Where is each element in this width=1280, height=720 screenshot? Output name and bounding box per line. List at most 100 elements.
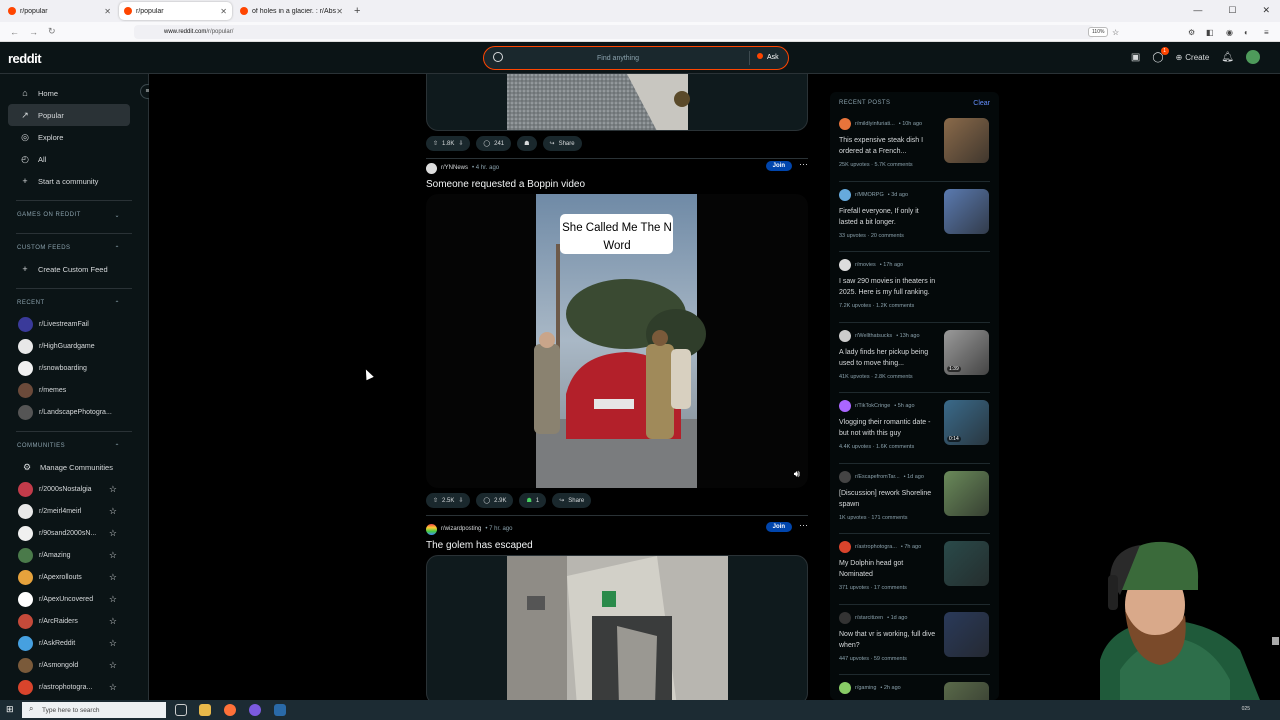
games-section-header[interactable]: GAMES ON REDDIT ⌄ bbox=[0, 205, 148, 225]
extension-icon[interactable]: ◐ bbox=[1244, 28, 1249, 37]
recent-post[interactable]: r/EscapefromTar... • 1d ago [Discussion] … bbox=[830, 464, 999, 534]
recent-community[interactable]: r/LivestreamFail bbox=[0, 313, 148, 335]
close-tab-icon[interactable]: ✕ bbox=[220, 7, 227, 16]
subreddit-name[interactable]: r/movies bbox=[855, 262, 876, 268]
reddit-logo[interactable]: reddit bbox=[8, 51, 42, 66]
favorite-star-icon[interactable]: ☆ bbox=[109, 616, 117, 627]
recent-community[interactable]: r/snowboarding bbox=[0, 357, 148, 379]
community-item[interactable]: r/Apexrollouts ☆ bbox=[0, 566, 148, 588]
post-media[interactable] bbox=[426, 555, 808, 700]
post-media[interactable] bbox=[426, 74, 808, 131]
create-button[interactable]: ⊕ Create bbox=[1176, 53, 1210, 62]
zoom-level[interactable]: 110% bbox=[1088, 27, 1109, 37]
award-button[interactable]: ☗ bbox=[517, 136, 537, 151]
close-tab-icon[interactable]: ✕ bbox=[104, 7, 111, 16]
community-item[interactable]: r/AskReddit ☆ bbox=[0, 632, 148, 654]
recent-community[interactable]: r/HighGuardgame bbox=[0, 335, 148, 357]
recent-post-thumbnail[interactable] bbox=[944, 541, 989, 586]
comments-button[interactable]: ◯ 2.9K bbox=[476, 493, 514, 508]
recent-post-title[interactable]: Vlogging their romantic date -but not wi… bbox=[839, 417, 937, 439]
share-button[interactable]: ↪ Share bbox=[552, 493, 592, 508]
sidebar-item-all[interactable]: ◴ All bbox=[0, 148, 140, 170]
post-card[interactable]: r/wizardposting • 7 hr. ago Join ⋯ The g… bbox=[426, 520, 808, 700]
recent-community[interactable]: r/LandscapePhotogra... bbox=[0, 401, 148, 423]
sidebar-item-explore[interactable]: ◎ Explore bbox=[0, 126, 140, 148]
browser-tab-active[interactable]: r/popular ✕ bbox=[119, 2, 232, 20]
recent-post[interactable]: r/starcitizen • 1d ago Now that vr is wor… bbox=[830, 605, 999, 675]
subreddit-name[interactable]: r/starcitizen bbox=[855, 615, 883, 621]
subreddit-name[interactable]: r/Wellthatsucks bbox=[855, 333, 892, 339]
share-button[interactable]: ↪ Share bbox=[542, 136, 582, 151]
advertise-icon[interactable]: ▣ bbox=[1131, 52, 1140, 63]
ask-button[interactable]: Ask bbox=[757, 53, 779, 61]
award-button[interactable]: ☗ 1 bbox=[519, 493, 547, 508]
subreddit-name[interactable]: r/TikTokCringe bbox=[855, 403, 890, 409]
search-bar[interactable]: Find anything Ask bbox=[483, 46, 789, 70]
browser-tab[interactable]: of holes in a glacier. : r/Absolut✕ bbox=[235, 2, 348, 20]
upvote-icon[interactable]: ⇧ bbox=[433, 497, 438, 504]
sidebar-item-popular[interactable]: ↗ Popular bbox=[8, 104, 130, 126]
join-button[interactable]: Join bbox=[765, 161, 792, 171]
firefox-icon[interactable] bbox=[224, 704, 236, 716]
downvote-icon[interactable]: ⇩ bbox=[458, 140, 463, 147]
join-button[interactable]: Join bbox=[765, 522, 792, 532]
recent-post-thumbnail[interactable] bbox=[944, 470, 989, 516]
favorite-star-icon[interactable]: ☆ bbox=[109, 682, 117, 693]
recent-post[interactable]: r/Wellthatsucks • 13h ago A lady finds he… bbox=[830, 323, 999, 393]
recent-post-title[interactable]: My Dolphin head got Nominated bbox=[839, 558, 937, 580]
post-card[interactable]: ⇧ 1.8K ⇩ ◯ 241 ☗ ↪ Share bbox=[426, 74, 808, 159]
custom-feeds-section-header[interactable]: CUSTOM FEEDS ⌃ bbox=[0, 238, 148, 258]
subreddit-name[interactable]: r/astrophotogra... bbox=[855, 544, 897, 550]
recent-post-title[interactable]: [Discussion] rework Shoreline spawn bbox=[839, 488, 937, 510]
recent-post[interactable]: r/movies • 17h ago I saw 290 movies in th… bbox=[830, 252, 999, 323]
search-input[interactable]: Find anything bbox=[484, 55, 752, 62]
manage-communities[interactable]: ⚙ Manage Communities bbox=[0, 456, 140, 478]
subreddit-name[interactable]: r/YNNews bbox=[441, 165, 468, 171]
close-window-icon[interactable]: ✕ bbox=[1262, 5, 1270, 16]
windows-start-icon[interactable]: ⊞ bbox=[6, 704, 14, 715]
extension-icon[interactable]: ◧ bbox=[1206, 28, 1214, 37]
community-item[interactable]: r/ApexUncovered ☆ bbox=[0, 588, 148, 610]
file-explorer-icon[interactable] bbox=[199, 704, 211, 716]
user-avatar[interactable] bbox=[1246, 50, 1260, 64]
favorite-star-icon[interactable]: ☆ bbox=[109, 528, 117, 539]
favorite-star-icon[interactable]: ☆ bbox=[109, 572, 117, 583]
minimize-icon[interactable]: — bbox=[1193, 5, 1202, 16]
address-bar[interactable]: www.reddit.com/r/popular/ bbox=[134, 25, 1094, 39]
taskbar-search-input[interactable]: Type here to search bbox=[42, 707, 99, 714]
community-item[interactable]: r/astrophotogra... ☆ bbox=[0, 676, 148, 698]
favorite-star-icon[interactable]: ☆ bbox=[109, 594, 117, 605]
clear-button[interactable]: Clear bbox=[973, 100, 990, 107]
task-view-icon[interactable] bbox=[175, 704, 187, 716]
sidebar-item-home[interactable]: ⌂ Home bbox=[0, 82, 140, 104]
browser-tab[interactable]: r/popular ✕ bbox=[3, 2, 116, 20]
downvote-icon[interactable]: ⇩ bbox=[458, 497, 463, 504]
post-title[interactable]: The golem has escaped bbox=[426, 540, 808, 551]
subreddit-name[interactable]: r/gaming bbox=[855, 685, 876, 691]
recent-post-thumbnail[interactable] bbox=[944, 611, 989, 657]
upvote-icon[interactable]: ⇧ bbox=[433, 140, 438, 147]
maximize-icon[interactable]: ☐ bbox=[1228, 5, 1236, 16]
favorite-star-icon[interactable]: ☆ bbox=[109, 638, 117, 649]
recent-post[interactable]: r/TikTokCringe • 5h ago Vlogging their ro… bbox=[830, 393, 999, 464]
community-item[interactable]: r/ArcRaiders ☆ bbox=[0, 610, 148, 632]
recent-post-title[interactable]: This expensive steak dish I ordered at a… bbox=[839, 135, 937, 157]
vote-control[interactable]: ⇧ 1.8K ⇩ bbox=[426, 136, 471, 151]
recent-post-thumbnail[interactable] bbox=[944, 682, 989, 700]
extension-icon[interactable]: ⚙ bbox=[1188, 28, 1195, 37]
recent-post[interactable]: r/astrophotogra... • 7h ago My Dolphin he… bbox=[830, 534, 999, 605]
recent-post-thumbnail[interactable]: 1:39 bbox=[944, 329, 989, 375]
chat-icon[interactable]: ◯ 1 bbox=[1152, 46, 1169, 63]
sidebar-item-start-community[interactable]: + Start a community bbox=[0, 170, 140, 192]
notification-bell-icon[interactable]: 🔔︎ bbox=[1221, 52, 1234, 63]
recent-post-title[interactable]: I saw 290 movies in theaters in 2025. He… bbox=[839, 276, 937, 298]
recent-post[interactable]: r/mildlyinfuriati... • 10h ago This expen… bbox=[830, 111, 999, 182]
back-icon[interactable]: ← bbox=[10, 27, 19, 37]
forward-icon[interactable]: → bbox=[29, 27, 38, 37]
extension-icon[interactable]: ◉ bbox=[1226, 28, 1233, 37]
new-tab-icon[interactable]: + bbox=[354, 5, 360, 17]
recent-post-thumbnail[interactable]: 0:14 bbox=[944, 400, 989, 445]
recent-section-header[interactable]: RECENT ⌃ bbox=[0, 293, 148, 313]
favorite-star-icon[interactable]: ☆ bbox=[109, 506, 117, 517]
bookmark-star-icon[interactable]: ☆ bbox=[1112, 28, 1119, 37]
